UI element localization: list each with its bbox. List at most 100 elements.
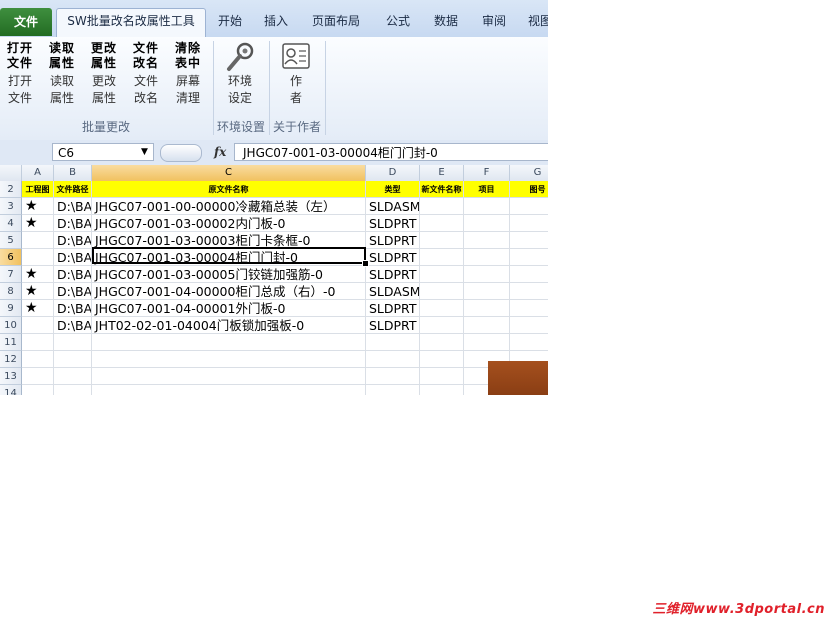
environment-settings-button[interactable]: 环境 设定 [220,41,260,111]
name-box[interactable]: C6 [52,143,154,161]
cell-path[interactable]: D:\BA [54,249,92,266]
open-file-button[interactable]: 打开 文件 打开 文件 [0,41,40,111]
read-properties-button[interactable]: 读取 属性 读取 属性 [42,41,82,111]
cell-original-name[interactable]: JHT02-02-01-04004门板锁加强板-0 [92,317,366,334]
tab-view[interactable]: 视图 [522,9,548,33]
row-header[interactable]: 12 [0,351,22,368]
header-cell-drawing-number[interactable]: 图号 [510,181,548,198]
header-cell-project[interactable]: 项目 [464,181,510,198]
empty-cell[interactable] [510,334,548,351]
row-header[interactable]: 14 [0,385,22,395]
cell-original-name[interactable]: JHGC07-001-04-00001外门板-0 [92,300,366,317]
drawing-star-icon[interactable] [22,232,54,249]
header-cell-drawing[interactable]: 工程图 [22,181,54,198]
column-header-d[interactable]: D [366,165,420,181]
empty-cell[interactable] [54,351,92,368]
empty-cell[interactable] [22,351,54,368]
empty-cell[interactable] [92,351,366,368]
cell-path[interactable]: D:\BA [54,198,92,215]
cell-new-name[interactable] [420,215,464,232]
rename-files-button[interactable]: 文件 改名 文件 改名 [126,41,166,111]
cell-path[interactable]: D:\BA [54,317,92,334]
tab-data[interactable]: 数据 [426,9,466,33]
formula-bar-resize-handle[interactable] [160,144,202,162]
tab-file[interactable]: 文件 [0,8,52,36]
empty-cell[interactable] [366,351,420,368]
change-properties-button[interactable]: 更改 属性 更改 属性 [84,41,124,111]
column-header-b[interactable]: B [54,165,92,181]
cell-original-name[interactable]: JHGC07-001-00-00000冷藏箱总装（左） [92,198,366,215]
select-all-corner[interactable] [0,165,22,181]
tab-insert[interactable]: 插入 [258,9,294,33]
empty-cell[interactable] [464,334,510,351]
header-cell-new-name[interactable]: 新文件名称 [420,181,464,198]
cell-new-name[interactable] [420,283,464,300]
cell-type[interactable]: SLDPRT [366,249,420,266]
empty-cell[interactable] [366,368,420,385]
cell-new-name[interactable] [420,317,464,334]
cell-project[interactable] [464,283,510,300]
empty-cell[interactable] [420,351,464,368]
row-header[interactable]: 11 [0,334,22,351]
row-header[interactable]: 2 [0,181,22,198]
empty-cell[interactable] [366,385,420,395]
chevron-down-icon[interactable]: ▼ [141,143,148,161]
cell-project[interactable] [464,317,510,334]
empty-cell[interactable] [22,334,54,351]
cell-project[interactable] [464,232,510,249]
tab-home[interactable]: 开始 [212,9,248,33]
cell-project[interactable] [464,215,510,232]
empty-cell[interactable] [54,334,92,351]
cell-original-name[interactable]: JHGC07-001-03-00003柜门卡条框-0 [92,232,366,249]
column-header-f[interactable]: F [464,165,510,181]
cell-original-name[interactable]: JHGC07-001-03-00005门铰链加强筋-0 [92,266,366,283]
formula-input[interactable]: JHGC07-001-03-00004柜门门封-0 [234,143,548,161]
row-header[interactable]: 8 [0,283,22,300]
cell-project[interactable] [464,300,510,317]
cell-type[interactable]: SLDPRT [366,215,420,232]
header-cell-path[interactable]: 文件路径 [54,181,92,198]
header-cell-type[interactable]: 类型 [366,181,420,198]
cell-drawing-number[interactable] [510,198,548,215]
drawing-star-icon[interactable]: ★ [22,300,54,317]
column-header-c[interactable]: C [92,165,366,181]
cell-drawing-number[interactable] [510,300,548,317]
empty-cell[interactable] [54,385,92,395]
empty-cell[interactable] [92,334,366,351]
column-header-e[interactable]: E [420,165,464,181]
row-header[interactable]: 9 [0,300,22,317]
empty-cell[interactable] [22,368,54,385]
cell-path[interactable]: D:\BA [54,232,92,249]
cell-drawing-number[interactable] [510,283,548,300]
cell-type[interactable]: SLDASM [366,198,420,215]
cell-drawing-number[interactable] [510,317,548,334]
row-header[interactable]: 10 [0,317,22,334]
header-cell-original-name[interactable]: 原文件名称 [92,181,366,198]
cell-drawing-number[interactable] [510,232,548,249]
tab-review[interactable]: 审阅 [474,9,514,33]
row-header[interactable]: 3 [0,198,22,215]
insert-function-icon[interactable]: fx [214,143,226,161]
cell-path[interactable]: D:\BA [54,266,92,283]
empty-cell[interactable] [366,334,420,351]
tab-sw-batch-rename[interactable]: SW批量改名改属性工具 [56,8,206,38]
author-button[interactable]: 作 者 [276,41,316,111]
row-header[interactable]: 5 [0,232,22,249]
cell-new-name[interactable] [420,300,464,317]
drawing-star-icon[interactable]: ★ [22,215,54,232]
drawing-star-icon[interactable]: ★ [22,198,54,215]
cell-project[interactable] [464,249,510,266]
cell-type[interactable]: SLDPRT [366,266,420,283]
row-header[interactable]: 7 [0,266,22,283]
drawing-star-icon[interactable]: ★ [22,266,54,283]
row-header[interactable]: 13 [0,368,22,385]
cell-original-name[interactable]: JHGC07-001-03-00004柜门门封-0 [92,249,366,266]
empty-cell[interactable] [54,368,92,385]
cell-path[interactable]: D:\BA [54,300,92,317]
cell-path[interactable]: D:\BA [54,215,92,232]
cell-path[interactable]: D:\BA [54,283,92,300]
fill-handle[interactable] [362,260,369,267]
empty-cell[interactable] [420,385,464,395]
empty-cell[interactable] [92,368,366,385]
cell-drawing-number[interactable] [510,266,548,283]
